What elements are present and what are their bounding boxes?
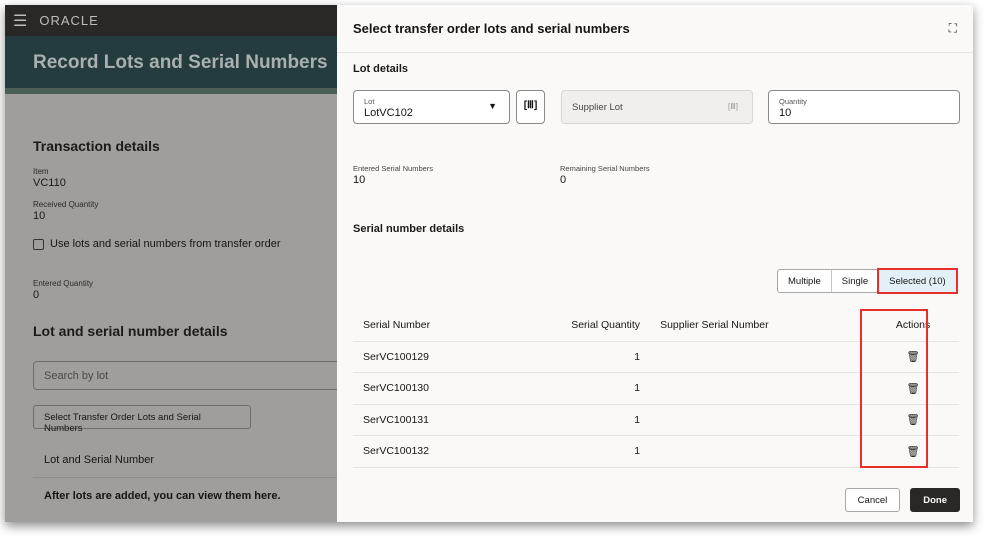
- serial-quantity: 1: [500, 372, 651, 405]
- entered-quantity-value: 0: [33, 289, 40, 301]
- lot-select[interactable]: Lot LotVC102 ▼: [353, 90, 510, 124]
- item-value: VC110: [33, 177, 66, 189]
- barcode-scan-button[interactable]: [Ⅲ]: [516, 90, 545, 124]
- supplier-serial: [650, 404, 868, 436]
- col-serial-number: Serial Number: [353, 309, 501, 342]
- serial-number: SerVC100132: [353, 435, 501, 468]
- received-quantity-value: 10: [33, 210, 46, 222]
- col-supplier-serial: Supplier Serial Number: [650, 309, 868, 342]
- entered-serial-value: 10: [353, 174, 366, 186]
- barcode-icon: [Ⅲ]: [523, 100, 538, 111]
- supplier-lot-input[interactable]: Supplier Lot [Ⅲ]: [561, 90, 753, 124]
- empty-message: After lots are added, you can view them …: [44, 490, 281, 502]
- supplier-serial: [650, 341, 868, 373]
- col-serial-quantity: Serial Quantity: [500, 309, 651, 342]
- serial-number: SerVC100130: [353, 372, 501, 405]
- chevron-down-icon: ▼: [488, 101, 497, 111]
- segment-single[interactable]: Single: [832, 270, 880, 292]
- entered-serial-label: Entered Serial Numbers: [353, 164, 434, 173]
- entered-quantity-label: Entered Quantity: [33, 279, 94, 288]
- segment-multiple[interactable]: Multiple: [778, 270, 832, 292]
- barcode-icon: [Ⅲ]: [728, 102, 738, 111]
- transaction-details-heading: Transaction details: [33, 138, 160, 154]
- lot-value: LotVC102: [364, 107, 413, 119]
- serial-details-heading: Serial number details: [353, 223, 465, 235]
- view-segmented-control: Multiple Single Selected (10): [777, 268, 958, 294]
- serial-number: SerVC100129: [353, 341, 501, 373]
- done-button[interactable]: Done: [910, 488, 960, 512]
- remaining-serial-label: Remaining Serial Numbers: [560, 164, 650, 173]
- quantity-label: Quantity: [779, 97, 807, 106]
- cancel-button[interactable]: Cancel: [844, 488, 901, 512]
- background-page: ☰ ORACLE Record Lots and Serial Numbers …: [5, 5, 353, 522]
- oracle-logo: ORACLE: [39, 13, 99, 28]
- checkbox-label: Use lots and serial numbers from transfe…: [50, 238, 281, 250]
- use-transfer-order-checkbox[interactable]: Use lots and serial numbers from transfe…: [33, 238, 280, 250]
- top-bar: ☰ ORACLE: [5, 5, 337, 36]
- supplier-serial: [650, 435, 868, 468]
- serial-quantity: 1: [500, 341, 651, 373]
- supplier-serial: [650, 372, 868, 405]
- item-label: Item: [33, 167, 49, 176]
- divider: [33, 477, 343, 478]
- serial-number: SerVC100131: [353, 404, 501, 436]
- list-header: Lot and Serial Number: [44, 454, 155, 466]
- checkbox-icon: [33, 238, 44, 250]
- quantity-value: 10: [779, 107, 792, 119]
- actions-highlight: [860, 309, 928, 468]
- select-lots-dialog: Select transfer order lots and serial nu…: [337, 5, 973, 522]
- serial-quantity: 1: [500, 404, 651, 436]
- supplier-lot-placeholder: Supplier Lot: [572, 102, 623, 113]
- lot-serial-heading: Lot and serial number details: [33, 323, 228, 339]
- quantity-input[interactable]: Quantity 10: [768, 90, 960, 124]
- expand-icon[interactable]: ⛶: [949, 21, 957, 36]
- hamburger-menu-icon[interactable]: ☰: [13, 11, 27, 31]
- segment-selected[interactable]: Selected (10): [877, 268, 958, 294]
- received-quantity-label: Received Quantity: [33, 200, 99, 209]
- search-by-lot-input[interactable]: Search by lot: [33, 361, 353, 390]
- page-title: Record Lots and Serial Numbers: [5, 36, 337, 94]
- dialog-title: Select transfer order lots and serial nu…: [353, 21, 630, 36]
- lot-details-heading: Lot details: [353, 63, 409, 75]
- lot-label: Lot: [364, 97, 375, 106]
- remaining-serial-value: 0: [560, 174, 567, 186]
- serial-quantity: 1: [500, 435, 651, 468]
- select-transfer-order-button[interactable]: Select Transfer Order Lots and Serial Nu…: [33, 405, 251, 434]
